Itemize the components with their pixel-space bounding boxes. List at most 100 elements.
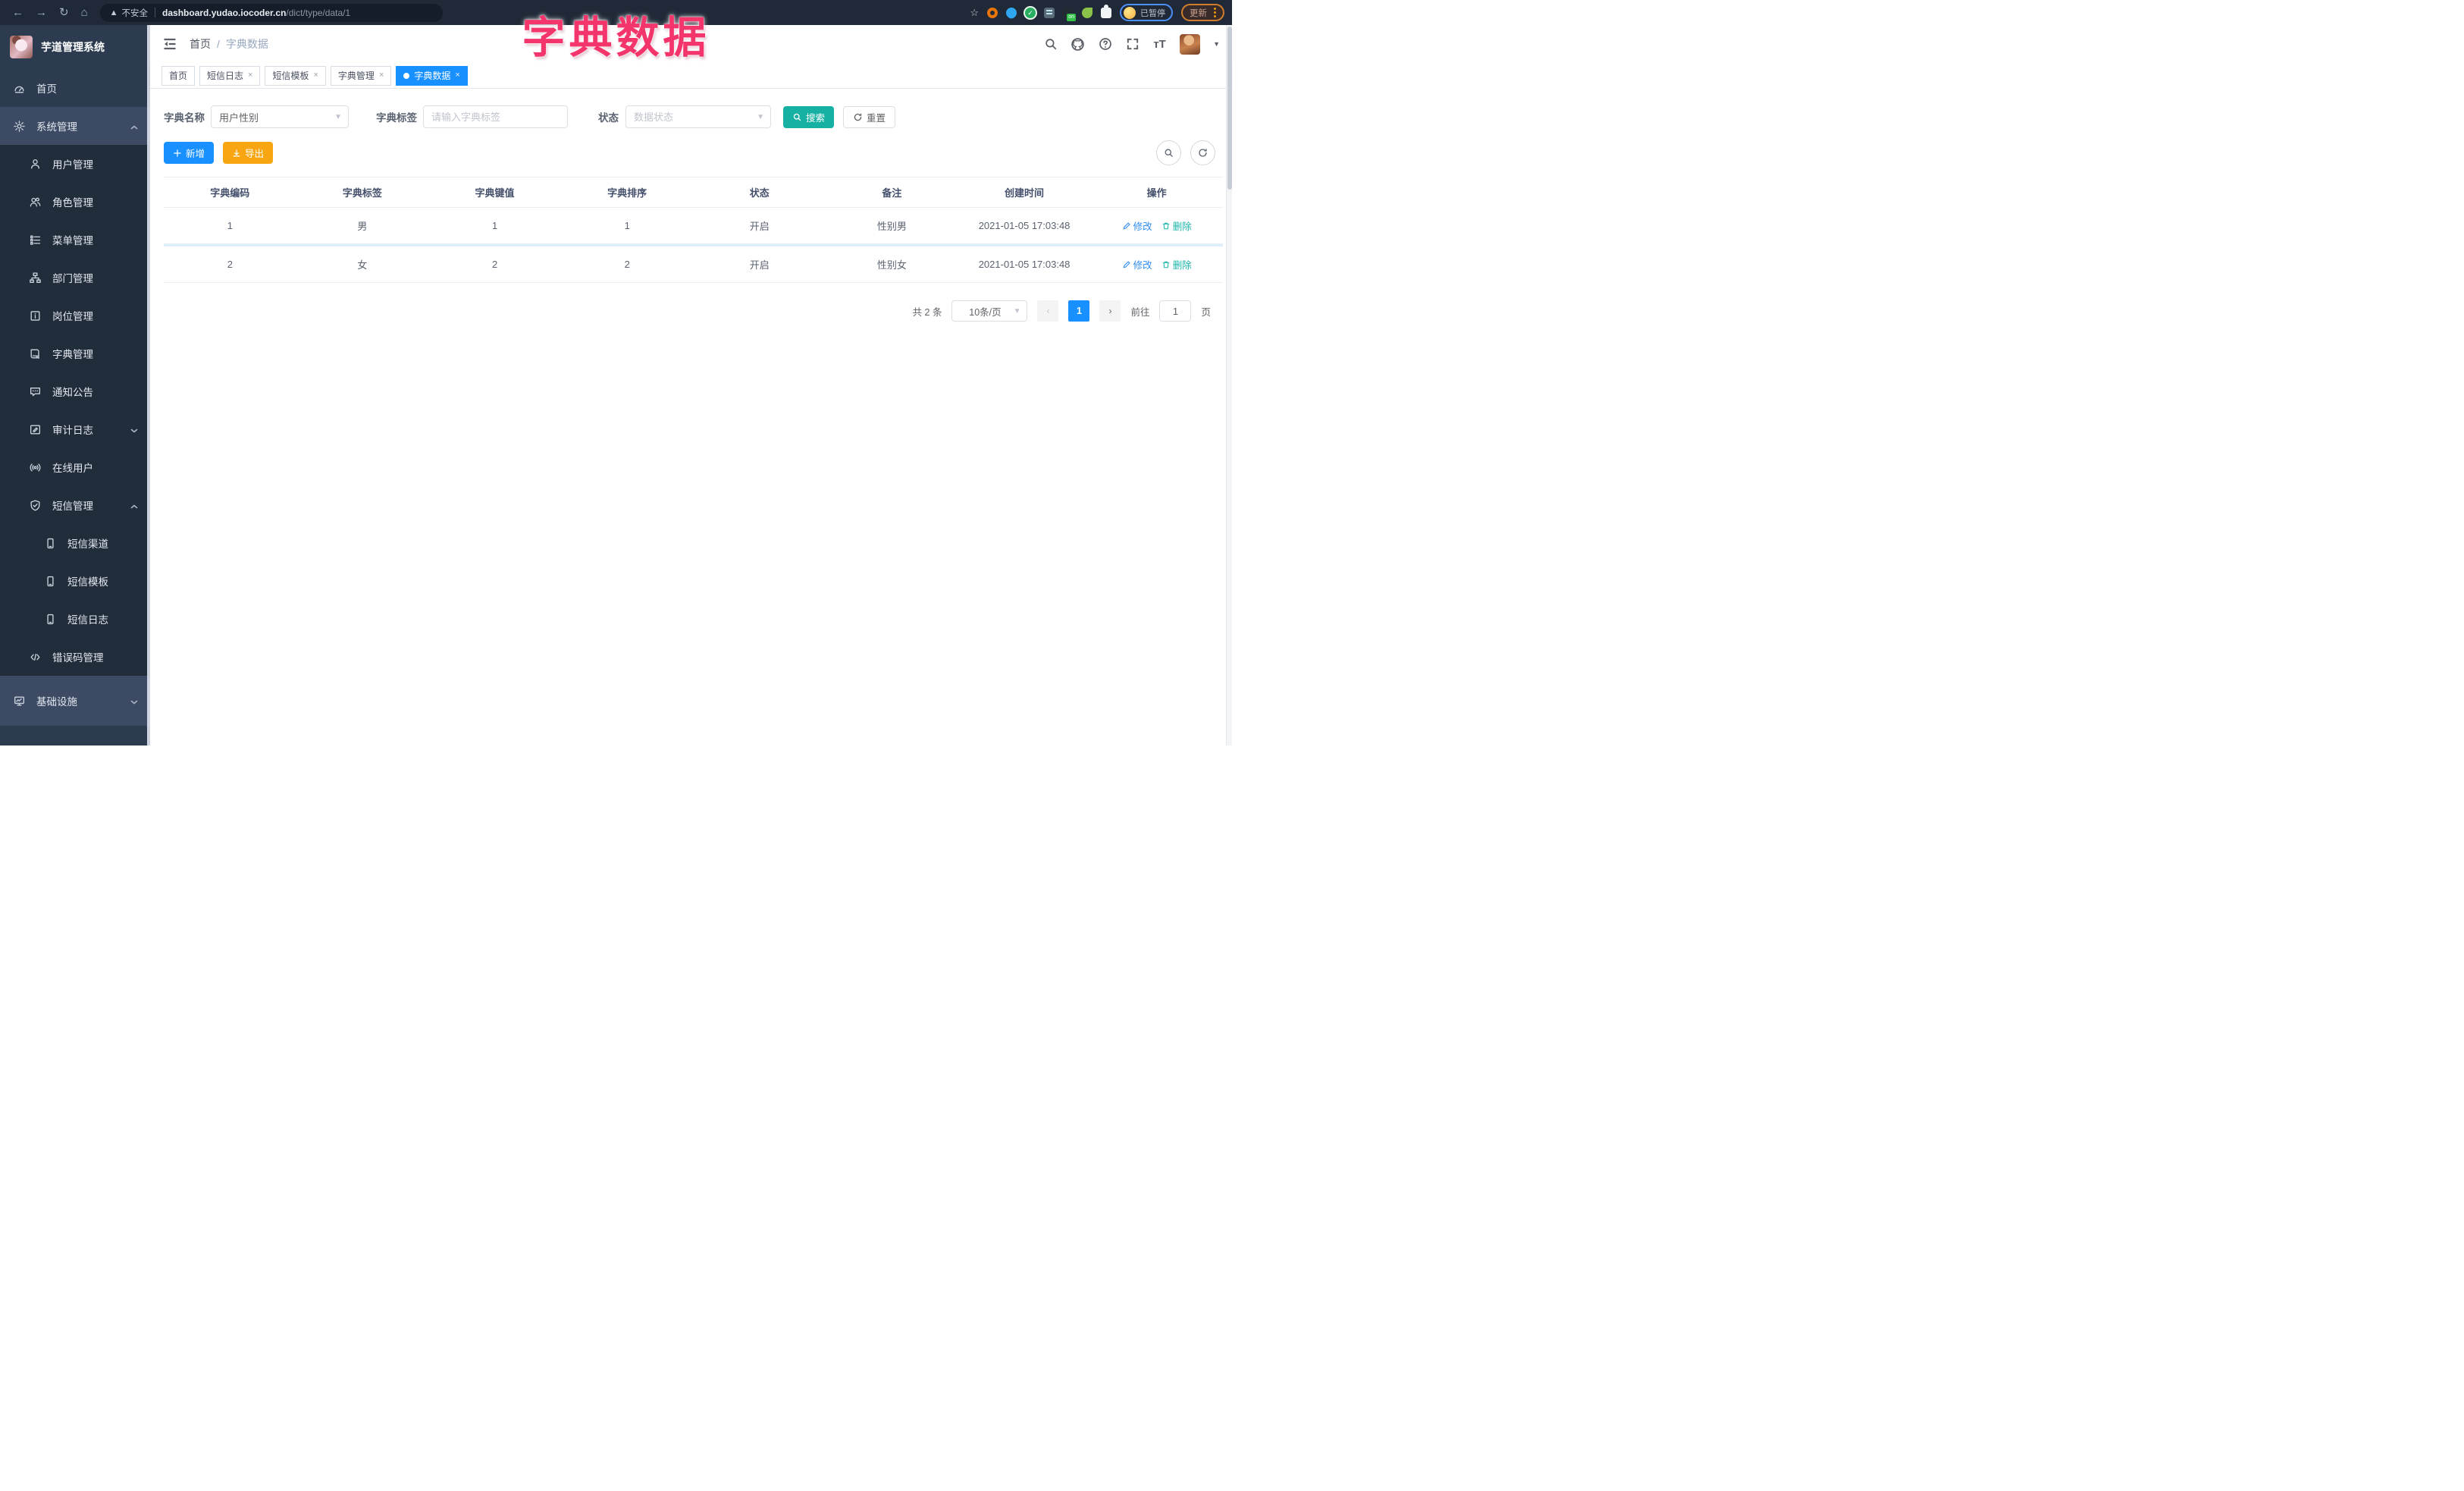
address-bar[interactable]: ▲ 不安全 dashboard.yudao.iocoder.cn /dict/t… (99, 3, 443, 22)
next-page-button[interactable]: › (1099, 300, 1121, 322)
status-value[interactable] (626, 106, 770, 127)
sidebar-item-审计日志[interactable]: 审计日志 (0, 410, 150, 448)
tab-label: 短信日志 (207, 71, 244, 81)
status-select[interactable]: ▼ (625, 105, 771, 128)
sidebar-item-错误码管理[interactable]: 错误码管理 (0, 638, 150, 676)
export-button-label: 导出 (245, 149, 265, 159)
close-icon[interactable]: × (379, 71, 384, 80)
dict-name-select[interactable]: ▼ (211, 105, 349, 128)
app-logo-row[interactable]: 芋道管理系统 (0, 25, 150, 69)
page-scrollbar-thumb[interactable] (1227, 27, 1232, 190)
edit-link[interactable]: 修改 (1122, 218, 1152, 233)
sidebar-item-菜单管理[interactable]: 菜单管理 (0, 221, 150, 259)
goto-page-field[interactable] (1160, 301, 1191, 321)
extension-orange-ring[interactable] (987, 7, 998, 18)
dict-name-value[interactable] (212, 106, 348, 127)
dict-label-input[interactable] (423, 105, 568, 128)
extension-green-check[interactable]: ✓ (1025, 7, 1036, 18)
close-icon[interactable]: × (248, 71, 252, 80)
browser-profile-chip[interactable]: 已暂停 (1120, 4, 1173, 21)
sidebar-item-label: 基础设施 (36, 696, 77, 708)
menu-list-icon (29, 234, 42, 246)
refresh-button[interactable] (1190, 140, 1215, 165)
delete-link[interactable]: 删除 (1161, 257, 1192, 272)
phone-icon (44, 613, 57, 626)
sidebar-menu: 首页 系统管理 用户管理 角色管理菜单管理部门管理 岗位管理 字典管理 通知公告 审计日志 在线… (0, 69, 150, 726)
dict-label-field[interactable] (424, 106, 567, 127)
column-header-备注: 备注 (882, 187, 902, 199)
sidebar-item-部门管理[interactable]: 部门管理 (0, 259, 150, 297)
sidebar-item-短信日志[interactable]: 短信日志 (0, 600, 150, 638)
reset-button[interactable]: 重置 (843, 105, 896, 128)
goto-page-input[interactable] (1159, 300, 1192, 322)
current-page-button[interactable]: 1 (1068, 300, 1090, 322)
sidebar-item-短信管理[interactable]: 短信管理 (0, 486, 150, 524)
sidebar-item-label: 菜单管理 (52, 235, 93, 246)
tab-label: 首页 (169, 71, 188, 81)
extensions-puzzle-icon[interactable] (1101, 4, 1111, 18)
sidebar-item-用户管理[interactable]: 用户管理 (0, 145, 150, 183)
sidebar-item-通知公告[interactable]: 通知公告 (0, 372, 150, 410)
phone-icon (44, 537, 57, 550)
export-button[interactable]: 导出 (223, 142, 274, 164)
user-avatar[interactable] (1180, 33, 1201, 55)
add-button[interactable]: 新增 (164, 142, 215, 164)
sidebar-item-角色管理[interactable]: 角色管理 (0, 183, 150, 221)
close-icon[interactable]: × (313, 71, 318, 80)
column-header-操作: 操作 (1146, 187, 1167, 199)
fullscreen-icon[interactable] (1125, 37, 1140, 52)
sidebar-item-岗位管理[interactable]: 岗位管理 (0, 297, 150, 334)
dict-book-icon (29, 347, 42, 360)
extension-on-badge[interactable]: on (1063, 7, 1076, 21)
browser-home-button[interactable]: ⌂ (81, 7, 88, 18)
breadcrumb-home[interactable]: 首页 (190, 36, 211, 52)
browser-update-button[interactable]: 更新 (1181, 4, 1224, 21)
collapse-menu-icon[interactable] (162, 36, 177, 52)
github-icon[interactable] (1071, 37, 1085, 52)
tab-字典数据[interactable]: 字典数据 × (396, 65, 468, 86)
delete-link[interactable]: 删除 (1161, 218, 1192, 233)
tab-label: 字典管理 (337, 71, 375, 81)
extension-on-label: on (1067, 13, 1076, 21)
page-size-select[interactable]: 10条/页 ▼ (951, 300, 1028, 322)
browser-menu-icon[interactable] (1214, 8, 1216, 17)
sidebar-item-字典管理[interactable]: 字典管理 (0, 334, 150, 372)
browser-reload-button[interactable]: ↻ (59, 7, 69, 18)
add-button-label: 新增 (186, 149, 205, 159)
sidebar-item-基础设施[interactable]: 基础设施 (0, 676, 150, 726)
sidebar-item-首页[interactable]: 首页 (0, 69, 150, 107)
tab-字典管理[interactable]: 字典管理 × (330, 65, 392, 86)
user-menu-caret-icon[interactable]: ▼ (1213, 40, 1220, 48)
edit-link[interactable]: 修改 (1122, 257, 1152, 272)
extension-blue-drop[interactable] (1004, 5, 1019, 20)
breadcrumb: 首页 / 字典数据 (190, 36, 268, 52)
delete-link-label: 删除 (1172, 260, 1192, 271)
search-button[interactable]: 搜索 (783, 105, 835, 128)
app-logo (10, 36, 33, 58)
sidebar-item-短信渠道[interactable]: 短信渠道 (0, 524, 150, 562)
breadcrumb-separator: / (217, 38, 220, 50)
profile-avatar (1124, 6, 1136, 19)
sidebar-item-短信模板[interactable]: 短信模板 (0, 562, 150, 600)
help-icon[interactable] (1098, 37, 1112, 52)
browser-back-button[interactable]: ← (12, 7, 24, 18)
browser-forward-button[interactable]: → (36, 7, 47, 18)
table-cell: 开启 (749, 221, 770, 232)
font-size-icon[interactable]: ᴛT (1152, 37, 1167, 52)
search-icon[interactable] (1043, 37, 1058, 52)
sidebar-item-在线用户[interactable]: 在线用户 (0, 448, 150, 486)
prev-page-button[interactable]: ‹ (1037, 300, 1059, 322)
tab-首页[interactable]: 首页 (161, 65, 196, 86)
tab-短信模板[interactable]: 短信模板 × (265, 65, 326, 86)
annotation-title: 字典数据 (522, 14, 710, 62)
toggle-search-button[interactable] (1156, 140, 1181, 165)
sidebar-item-系统管理[interactable]: 系统管理 (0, 107, 150, 145)
tab-短信日志[interactable]: 短信日志 × (199, 65, 261, 86)
column-header-状态: 状态 (749, 187, 770, 199)
close-icon[interactable]: × (455, 71, 459, 80)
extension-blue-bars[interactable] (1044, 7, 1055, 18)
extension-green-leaf[interactable] (1082, 7, 1092, 18)
column-header-创建时间: 创建时间 (1005, 187, 1045, 199)
bookmark-star-icon[interactable]: ☆ (970, 7, 979, 19)
page-scrollbar[interactable] (1226, 25, 1232, 746)
